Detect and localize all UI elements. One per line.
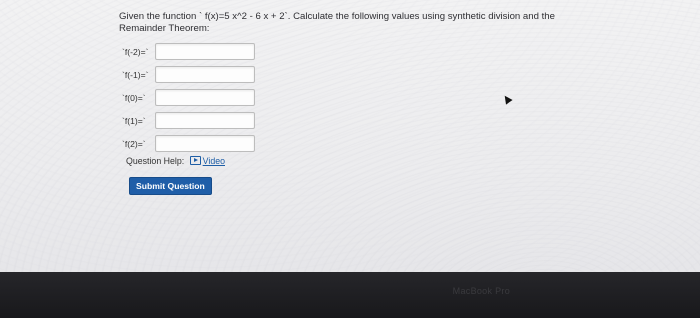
- answer-input-f-neg1[interactable]: [155, 66, 255, 83]
- answer-label: `f(-1)=`: [122, 70, 149, 80]
- video-icon: [189, 156, 201, 165]
- bezel-brand-label: MacBook Pro: [452, 286, 510, 296]
- answer-label: `f(2)=`: [122, 139, 146, 149]
- answer-input-f-2[interactable]: [155, 135, 255, 152]
- answer-row-f-neg1: `f(-1)=`: [119, 64, 579, 87]
- answer-row-f-2: `f(2)=`: [119, 133, 579, 156]
- answer-input-f-0[interactable]: [155, 89, 255, 106]
- question-text: Given the function ` f(x)=5 x^2 - 6 x + …: [119, 11, 555, 34]
- answer-input-f-1[interactable]: [155, 112, 255, 129]
- browser-screen: Given the function ` f(x)=5 x^2 - 6 x + …: [0, 0, 700, 272]
- answer-label: `f(0)=`: [122, 93, 146, 103]
- answer-row-f-neg2: `f(-2)=`: [119, 41, 579, 64]
- answer-label: `f(-2)=`: [122, 47, 149, 57]
- answer-row-f-1: `f(1)=`: [119, 110, 579, 133]
- laptop-bezel: MacBook Pro: [0, 272, 700, 318]
- question-help: Question Help: Video: [126, 156, 225, 166]
- question-panel: Given the function ` f(x)=5 x^2 - 6 x + …: [119, 11, 579, 156]
- submit-question-button[interactable]: Submit Question: [129, 177, 212, 195]
- question-help-label: Question Help:: [126, 156, 185, 166]
- answer-label: `f(1)=`: [122, 116, 146, 126]
- video-help-link[interactable]: Video: [189, 156, 225, 166]
- video-link-label: Video: [202, 156, 225, 166]
- answer-input-f-neg2[interactable]: [155, 43, 255, 60]
